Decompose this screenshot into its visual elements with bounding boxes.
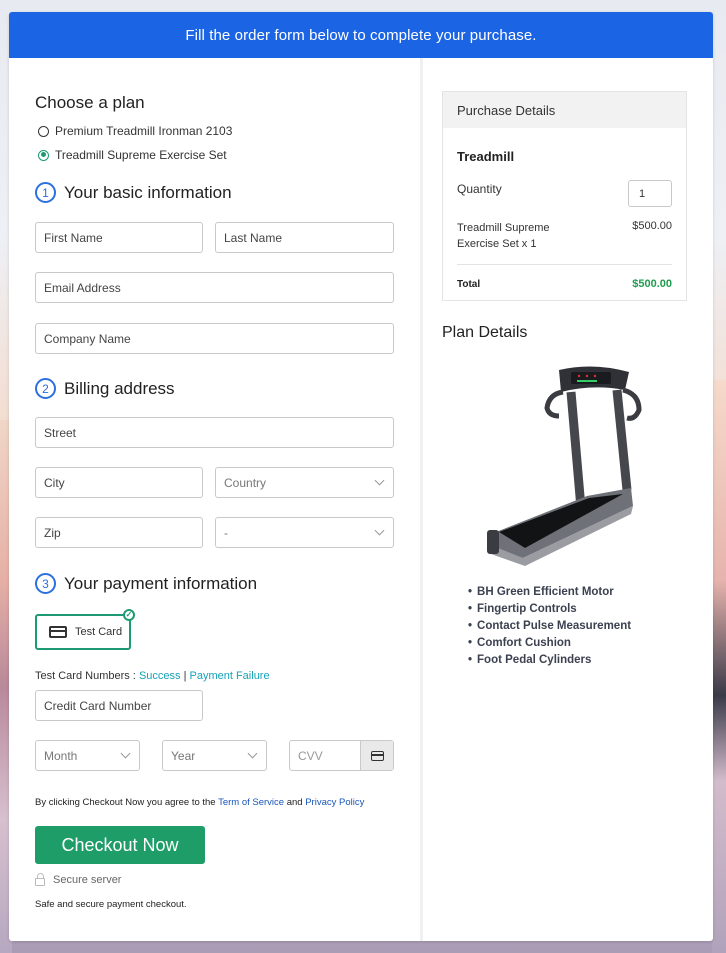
street-input[interactable]: Street	[35, 417, 394, 448]
step-number-badge: 3	[35, 573, 56, 594]
company-input[interactable]: Company Name	[35, 323, 394, 354]
radio-unchecked-icon[interactable]	[38, 125, 49, 137]
chevron-down-icon	[374, 475, 385, 486]
secure-server-label: Secure server	[53, 874, 122, 886]
choose-plan-heading: Choose a plan	[35, 93, 145, 112]
section-title: Billing address	[64, 378, 175, 398]
feature-item: Fingertip Controls	[468, 601, 631, 618]
test-card-numbers: Test Card Numbers : Success | Payment Fa…	[35, 670, 270, 682]
feature-item: BH Green Efficient Motor	[468, 584, 631, 601]
step-number-badge: 1	[35, 182, 56, 203]
feature-item: Contact Pulse Measurement	[468, 618, 631, 635]
plan-option-label: Treadmill Supreme Exercise Set	[55, 148, 227, 162]
agreement-and: and	[286, 797, 303, 808]
purchase-details-heading: Purchase Details	[443, 92, 686, 128]
total-value: $500.00	[632, 278, 672, 290]
plan-option-supreme[interactable]: Treadmill Supreme Exercise Set	[38, 148, 227, 162]
test-card-label: Test Card Numbers :	[35, 670, 136, 682]
line-item-price: $500.00	[632, 220, 672, 232]
credit-card-icon	[370, 750, 384, 761]
quantity-input[interactable]: 1	[628, 180, 672, 207]
background-decoration	[712, 380, 726, 953]
check-circle-icon: ✓	[123, 609, 135, 621]
section-title: Your basic information	[64, 182, 232, 202]
plan-option-label: Premium Treadmill Ironman 2103	[55, 124, 233, 138]
state-select-value: -	[224, 525, 228, 540]
checkout-now-button[interactable]: Checkout Now	[35, 826, 205, 864]
last-name-input[interactable]: Last Name	[215, 222, 394, 253]
order-form-card: Fill the order form below to complete yo…	[9, 12, 713, 941]
quantity-label: Quantity	[457, 182, 502, 196]
payment-method-test-card[interactable]: Test Card ✓	[35, 609, 135, 650]
product-name: Treadmill	[457, 149, 515, 164]
email-input[interactable]: Email Address	[35, 272, 394, 303]
year-select-value: Year	[171, 748, 196, 763]
cvv-placeholder: CVV	[298, 748, 323, 763]
feature-item: Comfort Cushion	[468, 635, 631, 652]
privacy-policy-link[interactable]: Privacy Policy	[305, 797, 364, 808]
credit-card-icon	[49, 626, 67, 638]
zip-input[interactable]: Zip	[35, 517, 203, 548]
city-input[interactable]: City	[35, 467, 203, 498]
plan-details-heading: Plan Details	[442, 324, 528, 341]
payment-failure-link[interactable]: Payment Failure	[190, 670, 270, 682]
radio-checked-icon[interactable]	[38, 149, 49, 161]
total-label: Total	[457, 279, 481, 290]
line-item-name: Treadmill Supreme Exercise Set x 1	[457, 222, 550, 250]
summary-divider	[457, 264, 672, 265]
safe-checkout-text: Safe and secure payment checkout.	[35, 899, 187, 910]
chevron-down-icon	[120, 748, 131, 759]
billing-heading: 2 Billing address	[35, 378, 175, 399]
month-select-value: Month	[44, 748, 78, 763]
terms-agreement: By clicking Checkout Now you agree to th…	[35, 797, 364, 808]
cvv-card-button[interactable]	[360, 741, 393, 770]
payment-method-label: Test Card	[75, 626, 123, 638]
feature-item: Foot Pedal Cylinders	[468, 652, 631, 669]
purchase-details-box: Purchase Details Treadmill Quantity 1 Tr…	[442, 91, 687, 301]
country-select-value: Country	[224, 475, 267, 490]
basic-info-heading: 1 Your basic information	[35, 182, 232, 203]
cvv-input[interactable]: CVV	[289, 740, 394, 771]
first-name-input[interactable]: First Name	[35, 222, 203, 253]
plan-features-list: BH Green Efficient Motor Fingertip Contr…	[468, 584, 631, 669]
chevron-down-icon	[374, 525, 385, 536]
chevron-down-icon	[247, 748, 258, 759]
payment-heading: 3 Your payment information	[35, 573, 257, 594]
header-banner: Fill the order form below to complete yo…	[9, 12, 713, 58]
year-select[interactable]: Year	[162, 740, 267, 771]
state-select[interactable]: -	[215, 517, 394, 548]
card-number-input[interactable]: Credit Card Number	[35, 690, 203, 721]
link-separator: |	[183, 670, 187, 682]
order-summary: Purchase Details Treadmill Quantity 1 Tr…	[423, 58, 713, 941]
lock-icon	[35, 872, 45, 886]
plan-option-premium[interactable]: Premium Treadmill Ironman 2103	[38, 124, 232, 138]
order-form: Choose a plan Premium Treadmill Ironman …	[9, 58, 420, 941]
month-select[interactable]: Month	[35, 740, 140, 771]
success-link[interactable]: Success	[139, 670, 181, 682]
section-title: Your payment information	[64, 573, 258, 593]
secure-server-note: Secure server	[35, 872, 122, 886]
terms-of-service-link[interactable]: Term of Service	[218, 797, 284, 808]
country-select[interactable]: Country	[215, 467, 394, 498]
step-number-badge: 2	[35, 378, 56, 399]
treadmill-product-image	[487, 366, 642, 566]
banner-text: Fill the order form below to complete yo…	[185, 26, 537, 44]
agreement-text: By clicking Checkout Now you agree to th…	[35, 797, 216, 808]
